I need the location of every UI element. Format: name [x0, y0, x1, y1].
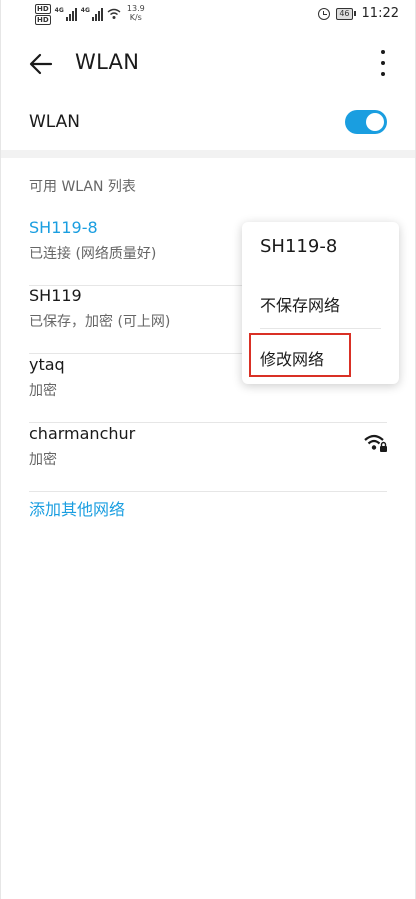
clock: 11:22: [361, 6, 399, 21]
page-title: WLAN: [75, 50, 140, 74]
list-divider: [29, 491, 387, 492]
network-status: 加密: [29, 383, 57, 399]
wifi-lock-icon: [364, 434, 387, 452]
switch-knob: [366, 113, 384, 131]
network-list-title: 可用 WLAN 列表: [29, 179, 136, 195]
wlan-toggle-row[interactable]: WLAN: [1, 106, 415, 146]
hd-icon: HD: [35, 4, 51, 14]
popup-title: SH119-8: [260, 236, 338, 257]
list-divider: [29, 422, 387, 423]
more-vertical-icon[interactable]: [379, 50, 387, 76]
app-bar: WLAN: [1, 36, 415, 92]
network-status: 已保存，加密 (可上网): [29, 314, 171, 330]
screen: HD HD 4G 4G 13.9 K/s 46 11:22 WLAN WLAN …: [0, 0, 416, 899]
status-left: HD HD 4G 4G 13.9 K/s: [35, 4, 145, 25]
signal-icon: 4G: [81, 7, 103, 21]
hd-icon: HD: [35, 15, 51, 25]
wifi-status-icon: [107, 8, 121, 19]
forget-network-item[interactable]: 不保存网络: [260, 292, 340, 316]
wlan-switch[interactable]: [345, 110, 387, 134]
alarm-icon: [318, 7, 331, 20]
arrow-left-icon[interactable]: [27, 50, 55, 78]
network-status: 已连接 (网络质量好): [29, 246, 157, 262]
status-bar: HD HD 4G 4G 13.9 K/s 46 11:22: [1, 0, 415, 28]
section-divider: [1, 150, 415, 158]
signal-icon: 4G: [55, 7, 77, 21]
network-ssid: SH119: [29, 286, 82, 305]
hd-indicators: HD HD: [35, 4, 51, 25]
status-right: 46 11:22: [318, 6, 399, 21]
network-ssid: SH119-8: [29, 218, 98, 237]
network-status: 加密: [29, 452, 57, 468]
network-ssid: ytaq: [29, 355, 65, 374]
network-item-charmanchur[interactable]: charmanchur 加密: [1, 424, 415, 492]
network-speed: 13.9 K/s: [126, 4, 145, 22]
highlight-box: [249, 333, 351, 377]
network-ssid: charmanchur: [29, 424, 136, 443]
menu-divider: [260, 328, 381, 329]
battery-icon: 46: [336, 7, 356, 20]
add-other-network-link[interactable]: 添加其他网络: [29, 496, 125, 520]
wlan-label: WLAN: [29, 112, 81, 132]
